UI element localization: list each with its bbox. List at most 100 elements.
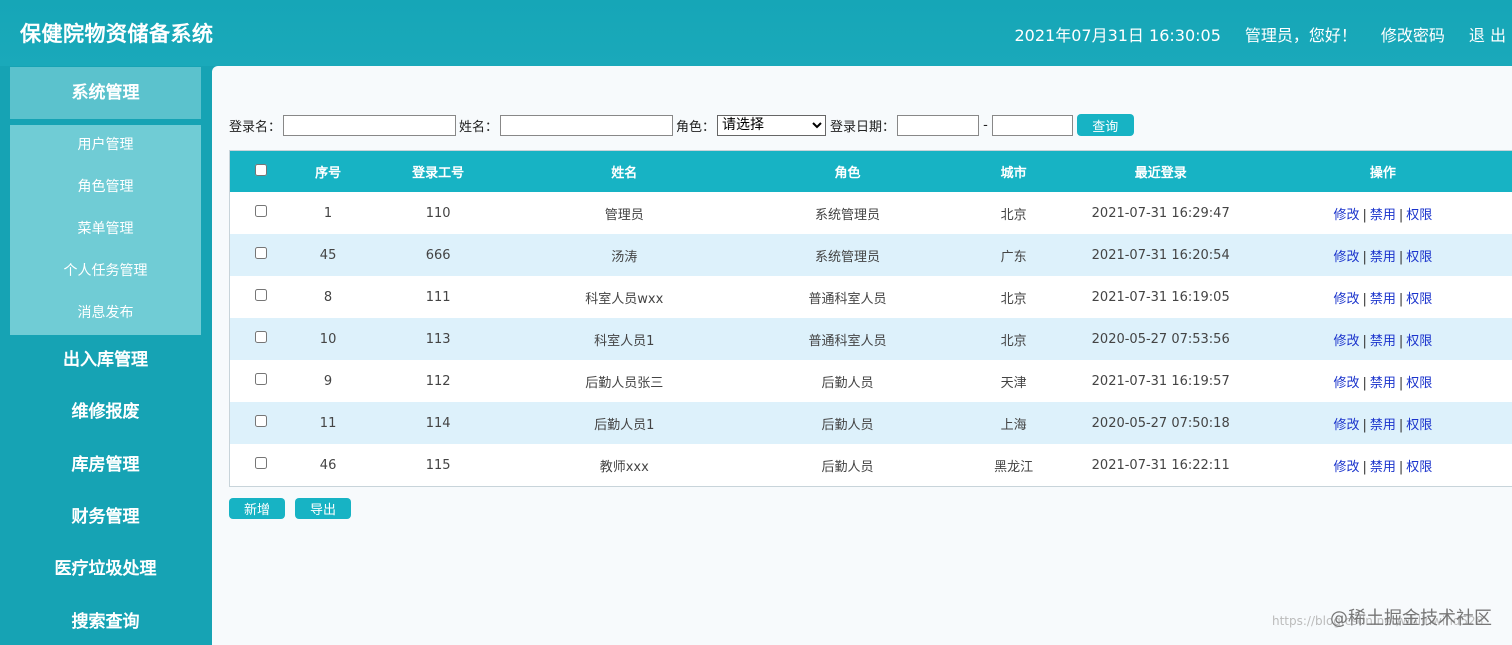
menu-warehouse[interactable]: 库房管理: [10, 439, 201, 491]
datetime-display: 2021年07月31日 16:30:05: [1014, 26, 1221, 45]
date-end-input[interactable]: [991, 114, 1073, 136]
edit-link[interactable]: 修改: [1333, 418, 1359, 433]
permission-link[interactable]: 权限: [1406, 208, 1432, 223]
select-all-checkbox[interactable]: [255, 163, 268, 176]
op-separator: |: [1398, 375, 1404, 391]
row-checkbox[interactable]: [255, 331, 268, 343]
role-label: 角色：: [676, 119, 716, 135]
greeting-text: 管理员，您好！: [1244, 26, 1357, 45]
cell-login-id: 110: [425, 205, 451, 221]
login-date-label: 登录日期：: [830, 119, 896, 135]
header-bar: 保健院物资储备系统 2021年07月31日 16:30:05 管理员，您好！ 修…: [0, 0, 1512, 66]
op-separator: |: [1398, 291, 1404, 307]
cell-city: 上海: [1000, 417, 1027, 433]
edit-link[interactable]: 修改: [1333, 460, 1359, 475]
cell-role: 普通科室人员: [808, 291, 887, 307]
edit-link[interactable]: 修改: [1333, 208, 1359, 223]
col-header-no: 序号: [315, 166, 342, 181]
menu-system-mgmt[interactable]: 系统管理: [10, 67, 201, 119]
menu-inout-stock[interactable]: 出入库管理: [10, 334, 201, 386]
table-row: 9 112 后勤人员张三 后勤人员 天津 2021-07-31 16:19:57…: [230, 360, 1512, 402]
disable-link[interactable]: 禁用: [1370, 334, 1396, 349]
permission-link[interactable]: 权限: [1406, 460, 1432, 475]
export-button[interactable]: 导出: [295, 498, 351, 519]
row-checkbox[interactable]: [255, 247, 268, 259]
cell-login-id: 112: [425, 373, 451, 389]
disable-link[interactable]: 禁用: [1370, 460, 1396, 475]
row-checkbox[interactable]: [255, 457, 268, 469]
table-row: 8 111 科室人员wxx 普通科室人员 北京 2021-07-31 16:19…: [230, 276, 1512, 318]
permission-link[interactable]: 权限: [1406, 334, 1432, 349]
cell-actions: 修改 | 禁用 | 权限: [1253, 444, 1512, 486]
cell-city: 北京: [1000, 291, 1027, 307]
disable-link[interactable]: 禁用: [1370, 292, 1396, 307]
row-checkbox[interactable]: [255, 289, 268, 301]
permission-link[interactable]: 权限: [1406, 292, 1432, 307]
cell-name: 后勤人员1: [594, 417, 655, 433]
table-row: 45 666 汤涛 系统管理员 广东 2021-07-31 16:20:54 修…: [230, 234, 1512, 276]
col-header-login-id: 登录工号: [412, 166, 465, 181]
cell-no: 10: [319, 331, 337, 347]
sidebar-item-menu-mgmt[interactable]: 菜单管理: [10, 209, 201, 251]
permission-link[interactable]: 权限: [1406, 376, 1432, 391]
cell-role: 系统管理员: [814, 207, 880, 223]
col-header-role: 角色: [834, 166, 861, 181]
row-checkbox[interactable]: [255, 205, 268, 217]
row-checkbox[interactable]: [255, 415, 268, 427]
op-separator: |: [1398, 249, 1404, 265]
cell-last-login: 2021-07-31 16:19:05: [1091, 289, 1230, 305]
op-separator: |: [1398, 417, 1404, 433]
user-table: 序号 登录工号 姓名 角色 城市 最近登录 操作 1 110 管理员 系统管理员…: [229, 150, 1512, 487]
table-header-row: 序号 登录工号 姓名 角色 城市 最近登录 操作: [230, 151, 1512, 192]
cell-last-login: 2021-07-31 16:19:57: [1091, 373, 1230, 389]
cell-actions: 修改 | 禁用 | 权限: [1253, 276, 1512, 318]
edit-link[interactable]: 修改: [1333, 250, 1359, 265]
menu-repair-scrap[interactable]: 维修报废: [10, 386, 201, 438]
cell-actions: 修改 | 禁用 | 权限: [1253, 234, 1512, 276]
cell-login-id: 115: [425, 457, 451, 473]
menu-finance[interactable]: 财务管理: [10, 491, 201, 543]
cell-role: 后勤人员: [821, 417, 874, 433]
watermark-community: @稀土掘金技术社区: [1330, 608, 1492, 629]
cell-last-login: 2021-07-31 16:22:11: [1091, 457, 1230, 473]
disable-link[interactable]: 禁用: [1370, 250, 1396, 265]
table-row: 46 115 教师xxx 后勤人员 黑龙江 2021-07-31 16:22:1…: [230, 444, 1512, 486]
name-input[interactable]: [500, 114, 674, 136]
disable-link[interactable]: 禁用: [1370, 208, 1396, 223]
date-start-input[interactable]: [897, 114, 980, 136]
cell-no: 9: [323, 373, 333, 389]
cell-name: 汤涛: [611, 249, 638, 265]
sidebar-item-role-mgmt[interactable]: 角色管理: [10, 167, 201, 209]
role-select[interactable]: 请选择: [717, 114, 827, 136]
disable-link[interactable]: 禁用: [1370, 418, 1396, 433]
sidebar-item-message[interactable]: 消息发布: [10, 293, 201, 335]
op-separator: |: [1398, 333, 1404, 349]
edit-link[interactable]: 修改: [1333, 292, 1359, 307]
change-password-link[interactable]: 修改密码: [1381, 22, 1445, 46]
login-name-input[interactable]: [283, 114, 457, 136]
op-separator: |: [1362, 207, 1367, 223]
cell-no: 46: [319, 457, 337, 473]
cell-name: 科室人员wxx: [585, 291, 664, 307]
permission-link[interactable]: 权限: [1406, 250, 1432, 265]
cell-role: 普通科室人员: [808, 333, 887, 349]
edit-link[interactable]: 修改: [1333, 334, 1359, 349]
sidebar-item-user-mgmt[interactable]: 用户管理: [10, 125, 201, 167]
row-checkbox[interactable]: [255, 373, 268, 385]
logout-link[interactable]: 退 出: [1469, 22, 1506, 46]
add-button[interactable]: 新增: [229, 498, 285, 519]
query-button[interactable]: 查询: [1076, 114, 1134, 136]
col-header-last-login: 最近登录: [1134, 166, 1187, 181]
menu-search[interactable]: 搜索查询: [10, 596, 201, 645]
cell-city: 黑龙江: [994, 459, 1034, 475]
cell-last-login: 2021-07-31 16:29:47: [1091, 205, 1230, 221]
cell-no: 45: [319, 247, 337, 263]
op-separator: |: [1362, 375, 1367, 391]
edit-link[interactable]: 修改: [1333, 376, 1359, 391]
menu-medical-waste[interactable]: 医疗垃圾处理: [10, 543, 201, 595]
sidebar-item-task-mgmt[interactable]: 个人任务管理: [10, 251, 201, 293]
col-header-city: 城市: [1000, 166, 1027, 181]
permission-link[interactable]: 权限: [1406, 418, 1432, 433]
cell-last-login: 2020-05-27 07:50:18: [1091, 415, 1230, 431]
disable-link[interactable]: 禁用: [1370, 376, 1396, 391]
